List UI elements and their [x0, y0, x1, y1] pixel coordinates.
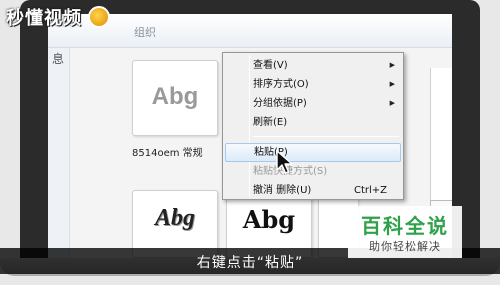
font-label: 8514oem 常规 [132, 148, 203, 159]
menu-item-label: 排序方式(O) [253, 79, 309, 90]
font-sample: Abg [242, 205, 296, 234]
menu-separator [253, 136, 399, 137]
submenu-arrow-icon: ▶ [389, 80, 395, 88]
video-logo-text: 秒懂视频 [6, 8, 82, 29]
mouse-cursor-icon [276, 150, 293, 174]
menu-item-undo-delete[interactable]: 撤消 删除(U) Ctrl+Z [225, 181, 401, 200]
font-card-8514oem[interactable]: Abg [132, 60, 218, 136]
menu-item-label: 查看(V) [253, 60, 288, 71]
menu-item-refresh[interactable]: 刷新(E) [225, 113, 401, 132]
menu-item-label: 分组依据(P) [253, 98, 307, 109]
menu-item-group-by[interactable]: 分组依据(P) ▶ [225, 94, 401, 113]
baike-title: 百科全说 [361, 214, 449, 238]
menu-item-label: 刷新(E) [253, 117, 288, 128]
font-sample: Abg [151, 83, 199, 110]
menu-item-label: 撤消 删除(U) [253, 185, 312, 196]
menu-item-view[interactable]: 查看(V) ▶ [225, 56, 401, 75]
submenu-arrow-icon: ▶ [389, 61, 395, 69]
menu-item-paste[interactable]: 粘贴(P) [225, 143, 401, 162]
font-sample: Abg [154, 205, 195, 231]
navigation-pane-text: 息 [52, 52, 65, 66]
baike-watermark: 百科全说 助你轻松解决 [348, 206, 462, 258]
baike-subtitle: 助你轻松解决 [369, 240, 441, 253]
toolbar-label[interactable]: 组织 [134, 24, 156, 40]
menu-item-paste-shortcut: 粘贴快捷方式(S) [225, 162, 401, 181]
logo-badge-icon [88, 6, 110, 28]
submenu-arrow-icon: ▶ [389, 99, 395, 107]
menu-item-shortcut: Ctrl+Z [353, 185, 387, 196]
context-menu: 查看(V) ▶ 排序方式(O) ▶ 分组依据(P) ▶ 刷新(E) 粘贴(P) … [222, 52, 404, 200]
navigation-pane[interactable]: 息 [48, 48, 70, 258]
video-logo: 秒懂视频 [6, 4, 110, 30]
video-frame: 组织 息 Abg 8514oem 常规 Abg Abg 查看(V) ▶ 排序方式… [0, 0, 500, 285]
menu-item-sort-by[interactable]: 排序方式(O) ▶ [225, 75, 401, 94]
